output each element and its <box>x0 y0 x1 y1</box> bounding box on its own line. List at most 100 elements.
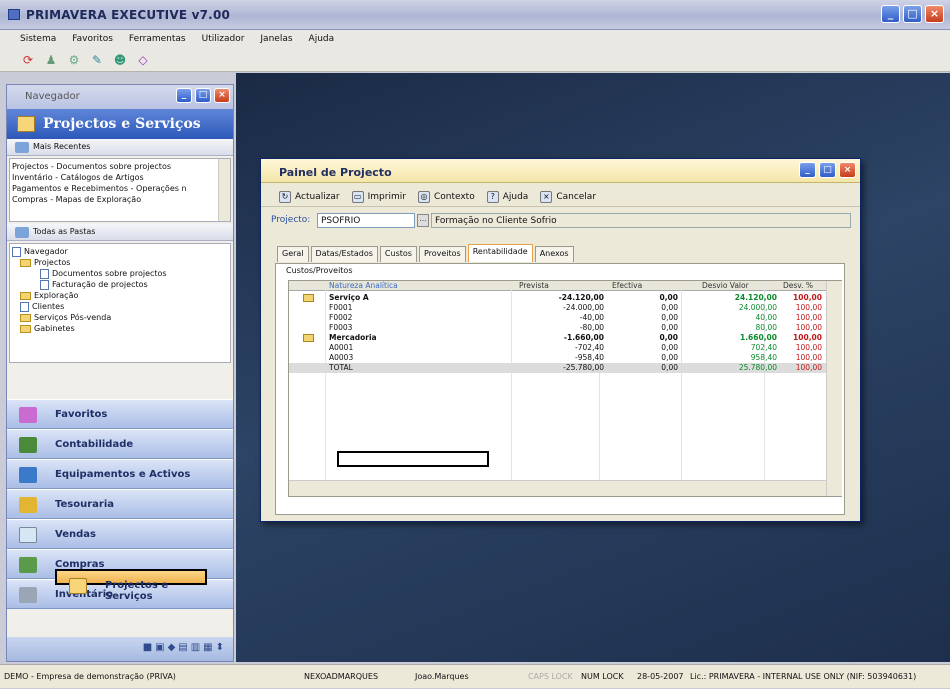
tab-rentabilidade[interactable]: Rentabilidade <box>467 244 533 262</box>
tree-item[interactable]: Documentos sobre projectos <box>12 268 228 279</box>
tree-item[interactable]: Facturação de projectos <box>12 279 228 290</box>
cell-efec: 0,00 <box>661 343 678 352</box>
cell-pct: 100,00 <box>795 323 822 332</box>
grid-row[interactable]: A0003 -958,40 0,00 958,40 100,00 <box>289 353 826 363</box>
grid-vertical-scrollbar[interactable] <box>826 281 842 496</box>
refresh-button[interactable]: ↻ Actualizar <box>279 187 340 206</box>
tree-item-label: Serviços Pós-venda <box>34 313 112 322</box>
project-description: Formação no Cliente Sofrio <box>431 213 851 228</box>
nav-maximize-button[interactable]: □ <box>195 88 211 103</box>
context-button[interactable]: ◎ Contexto <box>417 187 475 206</box>
recent-item[interactable]: Projectos - Documentos sobre projectos <box>12 161 216 172</box>
menu-ajuda[interactable]: Ajuda <box>309 30 335 48</box>
nav-minimize-button[interactable]: _ <box>176 88 192 103</box>
grid-row[interactable]: Mercadoria -1.660,00 0,00 1.660,00 100,00 <box>289 333 826 343</box>
tree-item[interactable]: Projectos <box>12 257 228 268</box>
module-equipamentos[interactable]: Equipamentos e Activos <box>7 459 233 489</box>
navigator-footer-icons[interactable]: ■▣◆▤▥▦⬍ <box>7 637 233 661</box>
tree-item[interactable]: Exploração <box>12 290 228 301</box>
app-icon <box>8 9 20 20</box>
tree-item-label: Exploração <box>34 291 79 300</box>
menu-bar: Sistema Favoritos Ferramentas Utilizador… <box>0 30 950 48</box>
tree-item[interactable]: Serviços Pós-venda <box>12 312 228 323</box>
cell-name: A0001 <box>329 343 354 352</box>
notes-icon[interactable]: ✎ <box>89 52 105 68</box>
tree-item[interactable]: Clientes <box>12 301 228 312</box>
col-desvio-pct[interactable]: Desv. % <box>783 281 813 291</box>
col-prevista[interactable]: Prevista <box>519 281 549 291</box>
col-efectiva[interactable]: Efectiva <box>612 281 642 291</box>
grid-row[interactable]: F0002 -40,00 0,00 40,00 100,00 <box>289 313 826 323</box>
module-favoritos[interactable]: Favoritos <box>7 399 233 429</box>
menu-sistema[interactable]: Sistema <box>20 30 56 48</box>
menu-utilizador[interactable]: Utilizador <box>202 30 245 48</box>
contacts-icon[interactable]: ☻ <box>112 52 128 68</box>
module-contabilidade[interactable]: Contabilidade <box>7 429 233 459</box>
context-icon[interactable]: ◇ <box>135 52 151 68</box>
projects-module-icon <box>69 578 87 594</box>
navigator-title: Navegador <box>25 91 80 102</box>
tree-item[interactable]: Gabinetes <box>12 323 228 334</box>
tab-custos[interactable]: Custos <box>379 246 417 262</box>
col-natureza[interactable]: Natureza Analítica <box>329 281 398 291</box>
purchases-icon <box>19 557 37 573</box>
tree-item[interactable]: Navegador <box>12 246 228 257</box>
module-vendas[interactable]: Vendas <box>7 519 233 549</box>
tab-datas-estados[interactable]: Datas/Estados <box>310 246 378 262</box>
cell-prev: -24.000,00 <box>563 303 604 312</box>
tab-proveitos[interactable]: Proveitos <box>418 246 466 262</box>
dialog-minimize-button[interactable]: _ <box>799 162 816 178</box>
selected-cell[interactable] <box>337 451 489 467</box>
col-desvio-valor[interactable]: Desvio Valor <box>702 281 749 291</box>
cell-prev: -702,40 <box>575 343 604 352</box>
grid-total-row[interactable]: TOTAL -25.780,00 0,00 25.780,00 100,00 <box>289 363 826 373</box>
cell-efec: 0,00 <box>661 313 678 322</box>
printer-icon: ▭ <box>351 190 364 203</box>
close-button[interactable]: × <box>925 5 944 23</box>
document-icon <box>40 279 49 290</box>
dialog-tabs: Geral Datas/Estados Custos Proveitos Ren… <box>277 244 574 262</box>
refresh-icon: ↻ <box>279 190 291 203</box>
cancel-icon: × <box>540 190 553 203</box>
dialog-toolbar: ↻ Actualizar ▭ Imprimir ◎ Contexto ? Ajuda ×… <box>261 183 860 207</box>
folder-icon <box>303 294 314 302</box>
recent-item[interactable]: Pagamentos e Recebimentos - Operações n <box>12 183 216 194</box>
project-label: Projecto: <box>271 215 311 225</box>
refresh-icon[interactable]: ⟳ <box>20 52 36 68</box>
grid-row[interactable]: F0003 -80,00 0,00 80,00 100,00 <box>289 323 826 333</box>
folders-section-header[interactable]: Todas as Pastas <box>7 224 233 241</box>
tools-icon[interactable]: ⚙ <box>66 52 82 68</box>
tab-anexos[interactable]: Anexos <box>534 246 574 262</box>
module-tesouraria[interactable]: Tesouraria <box>7 489 233 519</box>
cell-name: F0002 <box>329 313 353 322</box>
grid-row[interactable]: F0001 -24.000,00 0,00 24.000,00 100,00 <box>289 303 826 313</box>
context-icon: ◎ <box>417 190 430 203</box>
recent-section-header[interactable]: Mais Recentes <box>7 139 233 156</box>
tab-geral[interactable]: Geral <box>277 246 309 262</box>
grid-row[interactable]: A0001 -702,40 0,00 702,40 100,00 <box>289 343 826 353</box>
maximize-button[interactable]: □ <box>903 5 922 23</box>
users-icon[interactable]: ♟ <box>43 52 59 68</box>
project-lookup-button[interactable]: … <box>417 214 429 227</box>
recent-section-label: Mais Recentes <box>33 142 91 151</box>
nav-close-button[interactable]: × <box>214 88 230 103</box>
menu-favoritos[interactable]: Favoritos <box>72 30 113 48</box>
project-code-input[interactable]: PSOFRIO <box>317 213 415 228</box>
menu-ferramentas[interactable]: Ferramentas <box>129 30 186 48</box>
menu-janelas[interactable]: Janelas <box>260 30 292 48</box>
minimize-button[interactable]: _ <box>881 5 900 23</box>
recent-item[interactable]: Compras - Mapas de Exploração <box>12 194 216 205</box>
print-button[interactable]: ▭ Imprimir <box>351 187 406 206</box>
folder-icon <box>20 313 31 322</box>
module-projectos[interactable]: Projectos e Serviços <box>55 569 207 602</box>
cell-efec: 0,00 <box>659 293 678 302</box>
cancel-button[interactable]: × Cancelar <box>540 187 596 206</box>
dialog-close-button[interactable]: × <box>839 162 856 178</box>
recent-item[interactable]: Inventário - Catálogos de Artigos <box>12 172 216 183</box>
recent-scrollbar[interactable] <box>218 159 230 221</box>
grid-row[interactable]: Serviço A -24.120,00 0,00 24.120,00 100,00 <box>289 293 826 303</box>
help-button[interactable]: ? Ajuda <box>486 187 528 206</box>
grid-horizontal-scrollbar[interactable] <box>289 480 826 496</box>
cell-pct: 100,00 <box>795 313 822 322</box>
dialog-maximize-button[interactable]: □ <box>819 162 836 178</box>
